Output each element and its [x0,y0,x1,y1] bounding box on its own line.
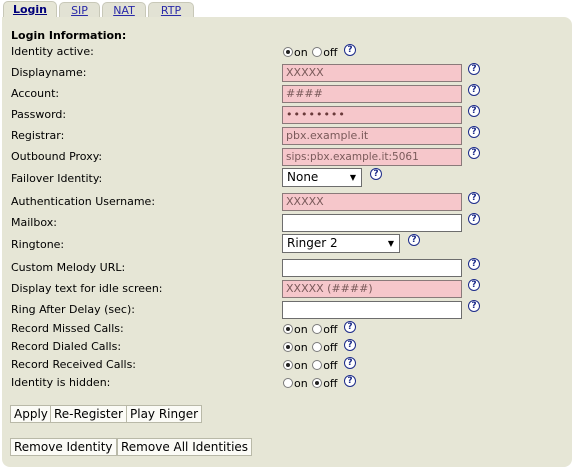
help-icon[interactable]: ? [468,84,480,96]
identity-hidden-radios: on off [283,376,339,390]
identity-active-on-label: on [294,45,308,59]
help-icon[interactable]: ? [344,44,356,56]
help-icon[interactable]: ? [468,147,480,159]
identity-hidden-on-radio[interactable] [283,378,293,388]
record-missed-on-label: on [294,322,308,336]
remove-all-identities-button[interactable]: Remove All Identities [117,438,253,456]
help-icon[interactable]: ? [408,234,420,246]
tab-bar: Login SIP NAT RTP [0,0,576,19]
displayname-label: Displayname: [11,66,87,79]
ringtone-value: Ringer 2 [287,236,338,250]
record-dialed-label: Record Dialed Calls: [11,340,122,353]
failover-identity-value: None [287,170,319,184]
auth-username-label: Authentication Username: [11,195,156,208]
help-icon[interactable]: ? [468,279,480,291]
identity-active-off-label: off [323,45,338,59]
mailbox-input[interactable] [282,214,462,232]
ringtone-select[interactable]: Ringer 2 ▼ [282,234,400,253]
identity-hidden-label: Identity is hidden: [11,376,111,389]
ring-after-delay-label: Ring After Delay (sec): [11,303,135,316]
help-icon[interactable]: ? [468,105,480,117]
registrar-label: Registrar: [11,129,65,142]
password-label: Password: [11,108,67,121]
chevron-down-icon: ▼ [387,239,394,248]
help-icon[interactable]: ? [468,126,480,138]
help-icon[interactable]: ? [344,375,356,387]
record-received-on-label: on [294,358,308,372]
identity-hidden-on-label: on [294,376,308,390]
help-icon[interactable]: ? [370,168,382,180]
password-input[interactable]: •••••••• [282,106,462,124]
section-title: Login Information: [11,29,127,42]
record-dialed-on-radio[interactable] [283,342,293,352]
custom-melody-url-label: Custom Melody URL: [11,261,126,274]
record-received-on-radio[interactable] [283,360,293,370]
identity-active-radios: on off [283,45,339,59]
help-icon[interactable]: ? [468,213,480,225]
identity-active-label: Identity active: [11,45,94,58]
help-icon[interactable]: ? [344,321,356,333]
mailbox-label: Mailbox: [11,216,57,229]
outbound-proxy-label: Outbound Proxy: [11,150,103,163]
record-dialed-radios: on off [283,340,339,354]
chevron-down-icon: ▼ [349,173,356,182]
identity-hidden-off-radio[interactable] [312,378,323,388]
idle-text-input[interactable]: XXXXX (####) [282,280,462,298]
auth-username-input[interactable]: XXXXX [282,193,462,211]
play-ringer-button[interactable]: Play Ringer [126,405,203,423]
record-missed-off-radio[interactable] [312,324,323,334]
ringtone-label: Ringtone: [11,238,65,251]
help-icon[interactable]: ? [468,258,480,270]
identity-active-off-radio[interactable] [312,47,323,57]
help-icon[interactable]: ? [468,192,480,204]
identity-active-on-radio[interactable] [283,47,293,57]
outbound-proxy-input[interactable]: sips:pbx.example.it:5061 [282,148,462,166]
record-received-off-label: off [323,358,338,372]
displayname-input[interactable]: XXXXX [282,64,462,82]
help-icon[interactable]: ? [468,63,480,75]
help-icon[interactable]: ? [468,300,480,312]
account-input[interactable]: #### [282,85,462,103]
record-dialed-off-label: off [323,340,338,354]
custom-melody-url-input[interactable] [282,259,462,277]
failover-identity-select[interactable]: None ▼ [282,168,362,187]
failover-identity-label: Failover Identity: [11,172,103,185]
record-received-off-radio[interactable] [312,360,323,370]
registrar-input[interactable]: pbx.example.it [282,127,462,145]
remove-identity-button[interactable]: Remove Identity [10,438,117,456]
account-label: Account: [11,87,60,100]
record-received-radios: on off [283,358,339,372]
reregister-button[interactable]: Re-Register [50,405,127,423]
record-missed-radios: on off [283,322,339,336]
record-received-label: Record Received Calls: [11,358,137,371]
help-icon[interactable]: ? [344,357,356,369]
identity-hidden-off-label: off [323,376,338,390]
idle-text-label: Display text for idle screen: [11,282,163,295]
help-icon[interactable]: ? [344,339,356,351]
record-dialed-on-label: on [294,340,308,354]
ring-after-delay-input[interactable] [282,301,462,319]
record-missed-off-label: off [323,322,338,336]
record-dialed-off-radio[interactable] [312,342,323,352]
record-missed-label: Record Missed Calls: [11,322,124,335]
record-missed-on-radio[interactable] [283,324,293,334]
apply-button[interactable]: Apply [10,405,52,423]
